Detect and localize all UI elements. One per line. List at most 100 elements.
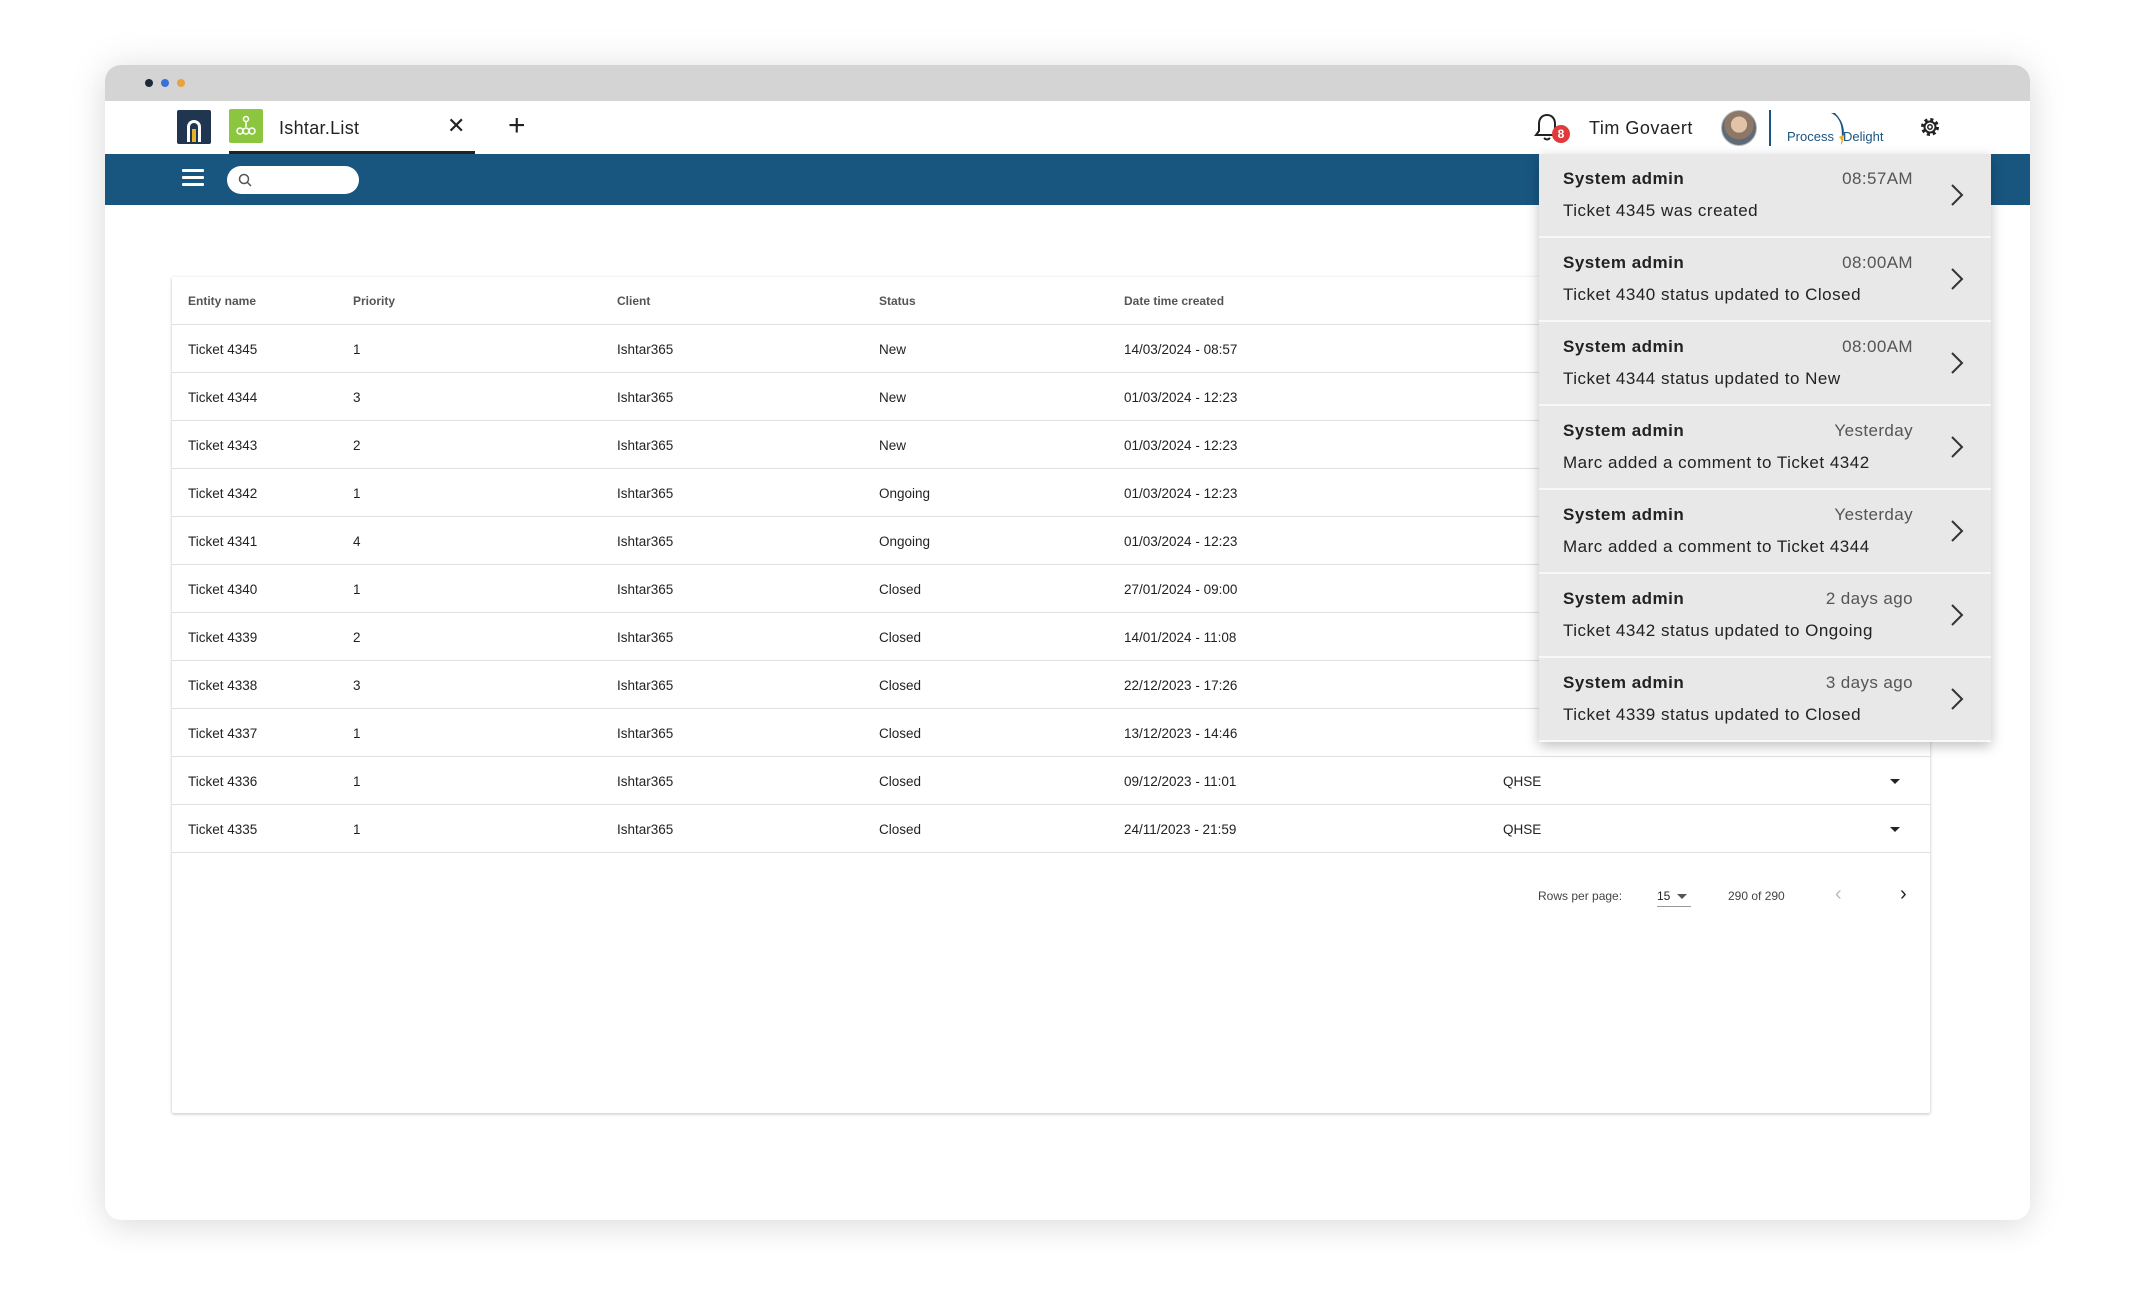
page-range: 290 of 290 [1728,889,1785,903]
header-divider [1769,110,1771,146]
notification-time: 2 days ago [1825,589,1913,608]
cell-status: New [879,438,907,453]
cell-priority: 1 [353,486,361,501]
rows-per-page-select[interactable]: 15 [1657,883,1691,907]
plus-icon[interactable]: + [508,109,526,143]
search-icon [238,173,252,187]
chevron-right-icon[interactable] [1949,434,1965,460]
cell-client: Ishtar365 [617,630,674,645]
previous-page-button[interactable]: ‹ [1835,883,1842,906]
notifications-panel: System admin 08:57AM Ticket 4345 was creat… [1539,154,1991,742]
cell-entity-name: Ticket 4335 [188,822,258,837]
notification-sender: System admin [1563,337,1685,356]
chevron-right-icon[interactable] [1949,266,1965,292]
cell-priority: 1 [353,822,361,837]
chevron-right-icon[interactable] [1949,602,1965,628]
column-header-client[interactable]: Client [617,294,650,308]
menu-icon[interactable] [182,169,204,187]
cell-priority: 1 [353,582,361,597]
chevron-right-icon[interactable] [1949,518,1965,544]
cell-client: Ishtar365 [617,678,674,693]
notification-time: Yesterday [1834,421,1913,440]
notification-time: 08:00AM [1842,337,1913,356]
tab-ishtar-list[interactable]: Ishtar.List ✕ [229,101,475,154]
cell-status: Closed [879,726,922,741]
column-header-priority[interactable]: Priority [353,294,395,308]
app-logo-icon[interactable] [177,110,211,144]
cell-status: Ongoing [879,534,931,549]
cell-client: Ishtar365 [617,582,674,597]
avatar[interactable] [1721,110,1757,146]
cell-entity-name: Ticket 4337 [188,726,258,741]
window-dot-orange[interactable] [177,79,185,87]
notification-sender: System admin [1563,253,1685,272]
notification-item[interactable]: System admin Yesterday Marc added a commen… [1539,490,1991,574]
table-row[interactable]: Ticket 4336 1 Ishtar365 Closed 09/12/2023 - … [172,757,1930,805]
cell-entity-name: Ticket 4345 [188,342,258,357]
cell-date-created: 01/03/2024 - 12:23 [1124,486,1238,501]
notification-sender: System admin [1563,421,1685,440]
window-dot-blue[interactable] [161,79,169,87]
cell-priority: 2 [353,438,361,453]
table-row[interactable]: Ticket 4335 1 Ishtar365 Closed 24/11/2023 - … [172,805,1930,853]
notification-item[interactable]: System admin 08:57AM Ticket 4345 was creat… [1539,154,1991,238]
notification-message: Ticket 4342 status updated to Ongoing [1563,621,1873,640]
cell-priority: 4 [353,534,361,549]
notification-sender: System admin [1563,673,1685,692]
notification-time: Yesterday [1834,505,1913,524]
cell-client: Ishtar365 [617,438,674,453]
notifications-button[interactable]: 8 [1530,109,1570,147]
notification-badge: 8 [1552,125,1570,143]
gear-icon[interactable] [1918,115,1942,139]
row-expand-caret-icon[interactable] [1890,827,1900,832]
brand-logo: Process Delight [1785,111,1895,147]
notification-item[interactable]: System admin 08:00AM Ticket 4340 status up… [1539,238,1991,322]
tab-bar: Ishtar.List ✕ + 8 Tim Govaert Process De… [105,101,2030,154]
cell-entity-name: Ticket 4338 [188,678,258,693]
notification-time: 08:00AM [1842,253,1913,272]
notification-item[interactable]: System admin Yesterday Marc added a commen… [1539,406,1991,490]
cell-status: New [879,342,907,357]
next-page-button[interactable]: › [1900,883,1907,906]
cell-client: Ishtar365 [617,486,674,501]
chevron-right-icon[interactable] [1949,350,1965,376]
cell-department: QHSE [1503,822,1542,837]
search-input[interactable] [227,166,359,194]
cell-entity-name: Ticket 4336 [188,774,258,789]
notification-message: Marc added a comment to Ticket 4342 [1563,453,1870,472]
window-dot-dark[interactable] [145,79,153,87]
close-icon[interactable]: ✕ [447,113,465,139]
rows-per-page-label: Rows per page: [1538,889,1623,903]
cell-status: Ongoing [879,486,931,501]
rows-per-page-value: 15 [1657,889,1671,903]
brand-text-process: Process [1787,129,1834,144]
column-header-date[interactable]: Date time created [1124,294,1224,308]
cell-entity-name: Ticket 4343 [188,438,258,453]
user-name[interactable]: Tim Govaert [1589,118,1693,139]
row-expand-caret-icon[interactable] [1890,779,1900,784]
cell-status: Closed [879,630,922,645]
notification-message: Ticket 4340 status updated to Closed [1563,285,1862,304]
browser-window: Ishtar.List ✕ + 8 Tim Govaert Process De… [105,65,2030,1220]
chevron-right-icon[interactable] [1949,686,1965,712]
notification-sender: System admin [1563,505,1685,524]
cell-department: QHSE [1503,774,1542,789]
notification-item[interactable]: System admin 08:00AM Ticket 4344 status up… [1539,322,1991,406]
cell-client: Ishtar365 [617,390,674,405]
notification-item[interactable]: System admin 3 days ago Ticket 4339 status… [1539,658,1991,742]
cell-entity-name: Ticket 4340 [188,582,258,597]
cell-client: Ishtar365 [617,534,674,549]
cell-priority: 3 [353,390,361,405]
notification-sender: System admin [1563,169,1685,188]
notification-time: 08:57AM [1842,169,1913,188]
cell-entity-name: Ticket 4344 [188,390,258,405]
notification-message: Marc added a comment to Ticket 4344 [1563,537,1870,556]
column-header-entity[interactable]: Entity name [188,294,256,308]
notification-item[interactable]: System admin 2 days ago Ticket 4342 status… [1539,574,1991,658]
cell-date-created: 24/11/2023 - 21:59 [1124,822,1237,837]
notification-sender: System admin [1563,589,1685,608]
column-header-status[interactable]: Status [879,294,916,308]
notification-time: 3 days ago [1825,673,1913,692]
chevron-right-icon[interactable] [1949,182,1965,208]
cell-date-created: 27/01/2024 - 09:00 [1124,582,1238,597]
